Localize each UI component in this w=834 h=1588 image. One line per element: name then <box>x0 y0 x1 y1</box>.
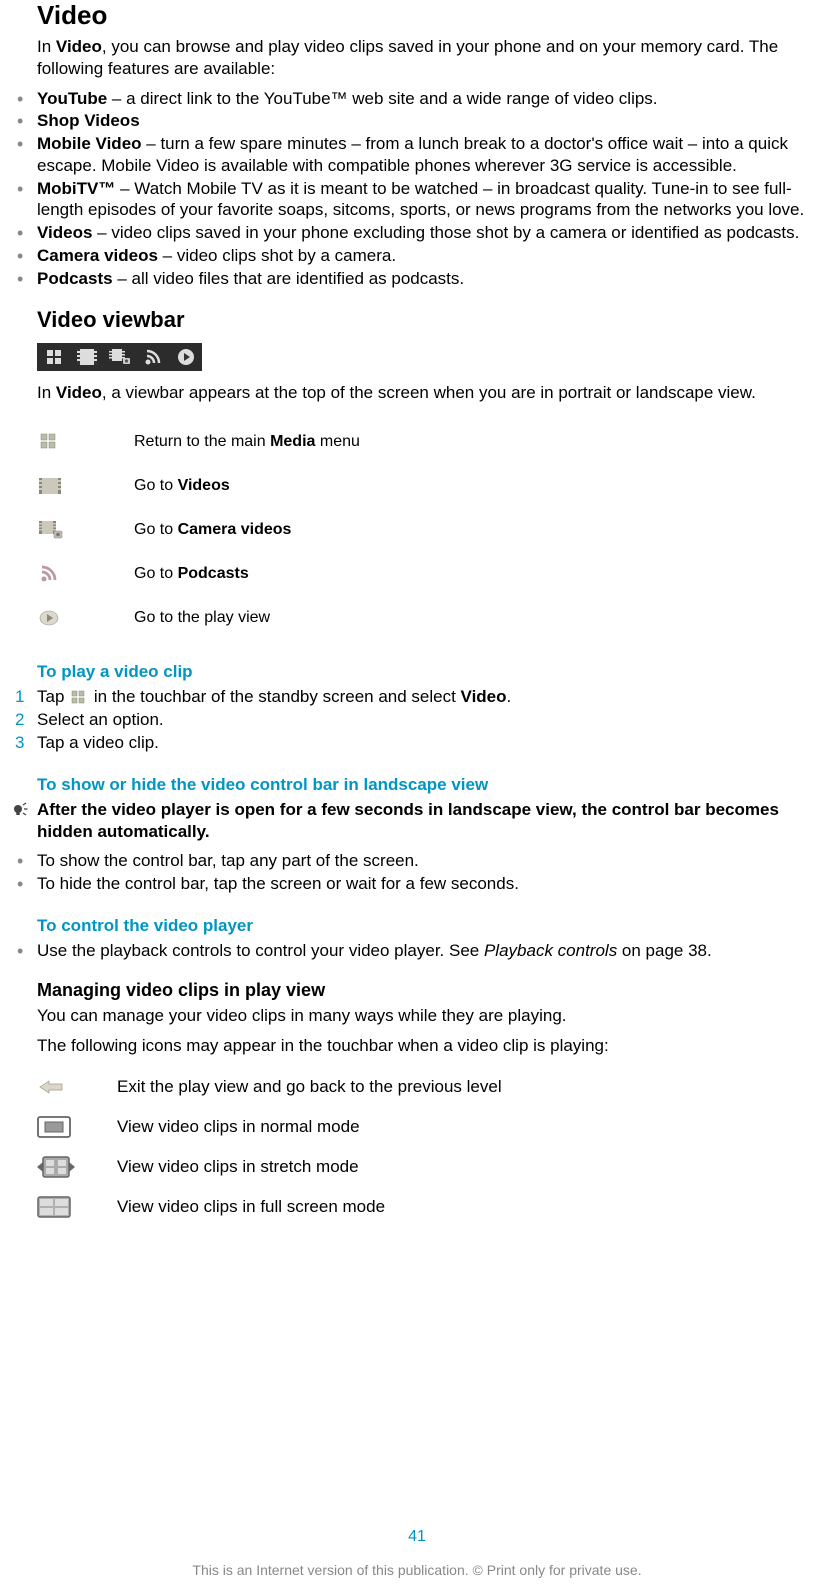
list-item: Use the playback controls to control you… <box>15 940 819 962</box>
stretch-mode-icon <box>37 1156 117 1178</box>
table-row: Go to Podcasts <box>37 552 819 596</box>
footer-note: This is an Internet version of this publ… <box>0 1562 834 1578</box>
lightbulb-icon <box>11 801 29 819</box>
table-row: Go to Videos <box>37 464 819 508</box>
list-item: Camera videos – video clips shot by a ca… <box>15 245 819 267</box>
table-row: Go to Camera videos <box>37 508 819 552</box>
media-menu-icon <box>71 690 87 706</box>
intro-paragraph: In Video, you can browse and play video … <box>37 36 819 80</box>
normal-mode-icon <box>37 1116 117 1138</box>
play-steps: 1 Tap in the touchbar of the standby scr… <box>15 686 819 753</box>
viewbar-legend-table: Return to the main Media menu Go to Vide… <box>37 420 819 640</box>
footer: 41 This is an Internet version of this p… <box>0 1528 834 1578</box>
list-item: To hide the control bar, tap the screen … <box>15 873 819 895</box>
table-row: Exit the play view and go back to the pr… <box>37 1067 819 1107</box>
feature-list: YouTube – a direct link to the YouTube™ … <box>15 88 819 290</box>
viewbar-image <box>37 343 202 371</box>
podcasts-icon <box>37 564 134 584</box>
controlbar-bullets: To show the control bar, tap any part of… <box>15 850 819 895</box>
section-heading-viewbar: Video viewbar <box>37 307 819 333</box>
list-item: YouTube – a direct link to the YouTube™ … <box>15 88 819 110</box>
table-row: View video clips in full screen mode <box>37 1187 819 1227</box>
list-item: To show the control bar, tap any part of… <box>15 850 819 872</box>
list-item: 1 Tap in the touchbar of the standby scr… <box>15 686 819 708</box>
videos-icon <box>37 478 134 494</box>
table-row: Return to the main Media menu <box>37 420 819 464</box>
page-number: 41 <box>0 1528 834 1546</box>
manage-p2: The following icons may appear in the to… <box>37 1035 819 1057</box>
manage-p1: You can manage your video clips in many … <box>37 1005 819 1027</box>
media-menu-icon <box>37 432 134 452</box>
back-arrow-icon <box>37 1079 117 1095</box>
task-heading: To show or hide the video control bar in… <box>37 775 819 795</box>
podcasts-icon <box>136 343 169 371</box>
list-item: Podcasts – all video files that are iden… <box>15 268 819 290</box>
table-row: View video clips in stretch mode <box>37 1147 819 1187</box>
list-item: Shop Videos <box>15 110 819 132</box>
task-heading: To control the video player <box>37 916 819 936</box>
play-icon <box>37 608 134 628</box>
viewbar-intro: In Video, a viewbar appears at the top o… <box>37 382 819 404</box>
task-heading: To play a video clip <box>37 662 819 682</box>
touchbar-legend-table: Exit the play view and go back to the pr… <box>37 1067 819 1227</box>
camera-videos-icon <box>37 521 134 539</box>
list-item: Mobile Video – turn a few spare minutes … <box>15 133 819 177</box>
media-menu-icon <box>37 343 70 371</box>
list-item: MobiTV™ – Watch Mobile TV as it is meant… <box>15 178 819 222</box>
page-title: Video <box>37 0 819 31</box>
camera-videos-icon <box>103 343 136 371</box>
list-item: 2Select an option. <box>15 709 819 731</box>
controlplayer-bullets: Use the playback controls to control you… <box>15 940 819 962</box>
section-heading-manage: Managing video clips in play view <box>37 980 819 1001</box>
table-row: Go to the play view <box>37 596 819 640</box>
play-icon <box>169 343 202 371</box>
list-item: 3Tap a video clip. <box>15 732 819 754</box>
tip-note: After the video player is open for a few… <box>15 799 819 842</box>
fullscreen-mode-icon <box>37 1196 117 1218</box>
table-row: View video clips in normal mode <box>37 1107 819 1147</box>
videos-icon <box>70 343 103 371</box>
list-item: Videos – video clips saved in your phone… <box>15 222 819 244</box>
